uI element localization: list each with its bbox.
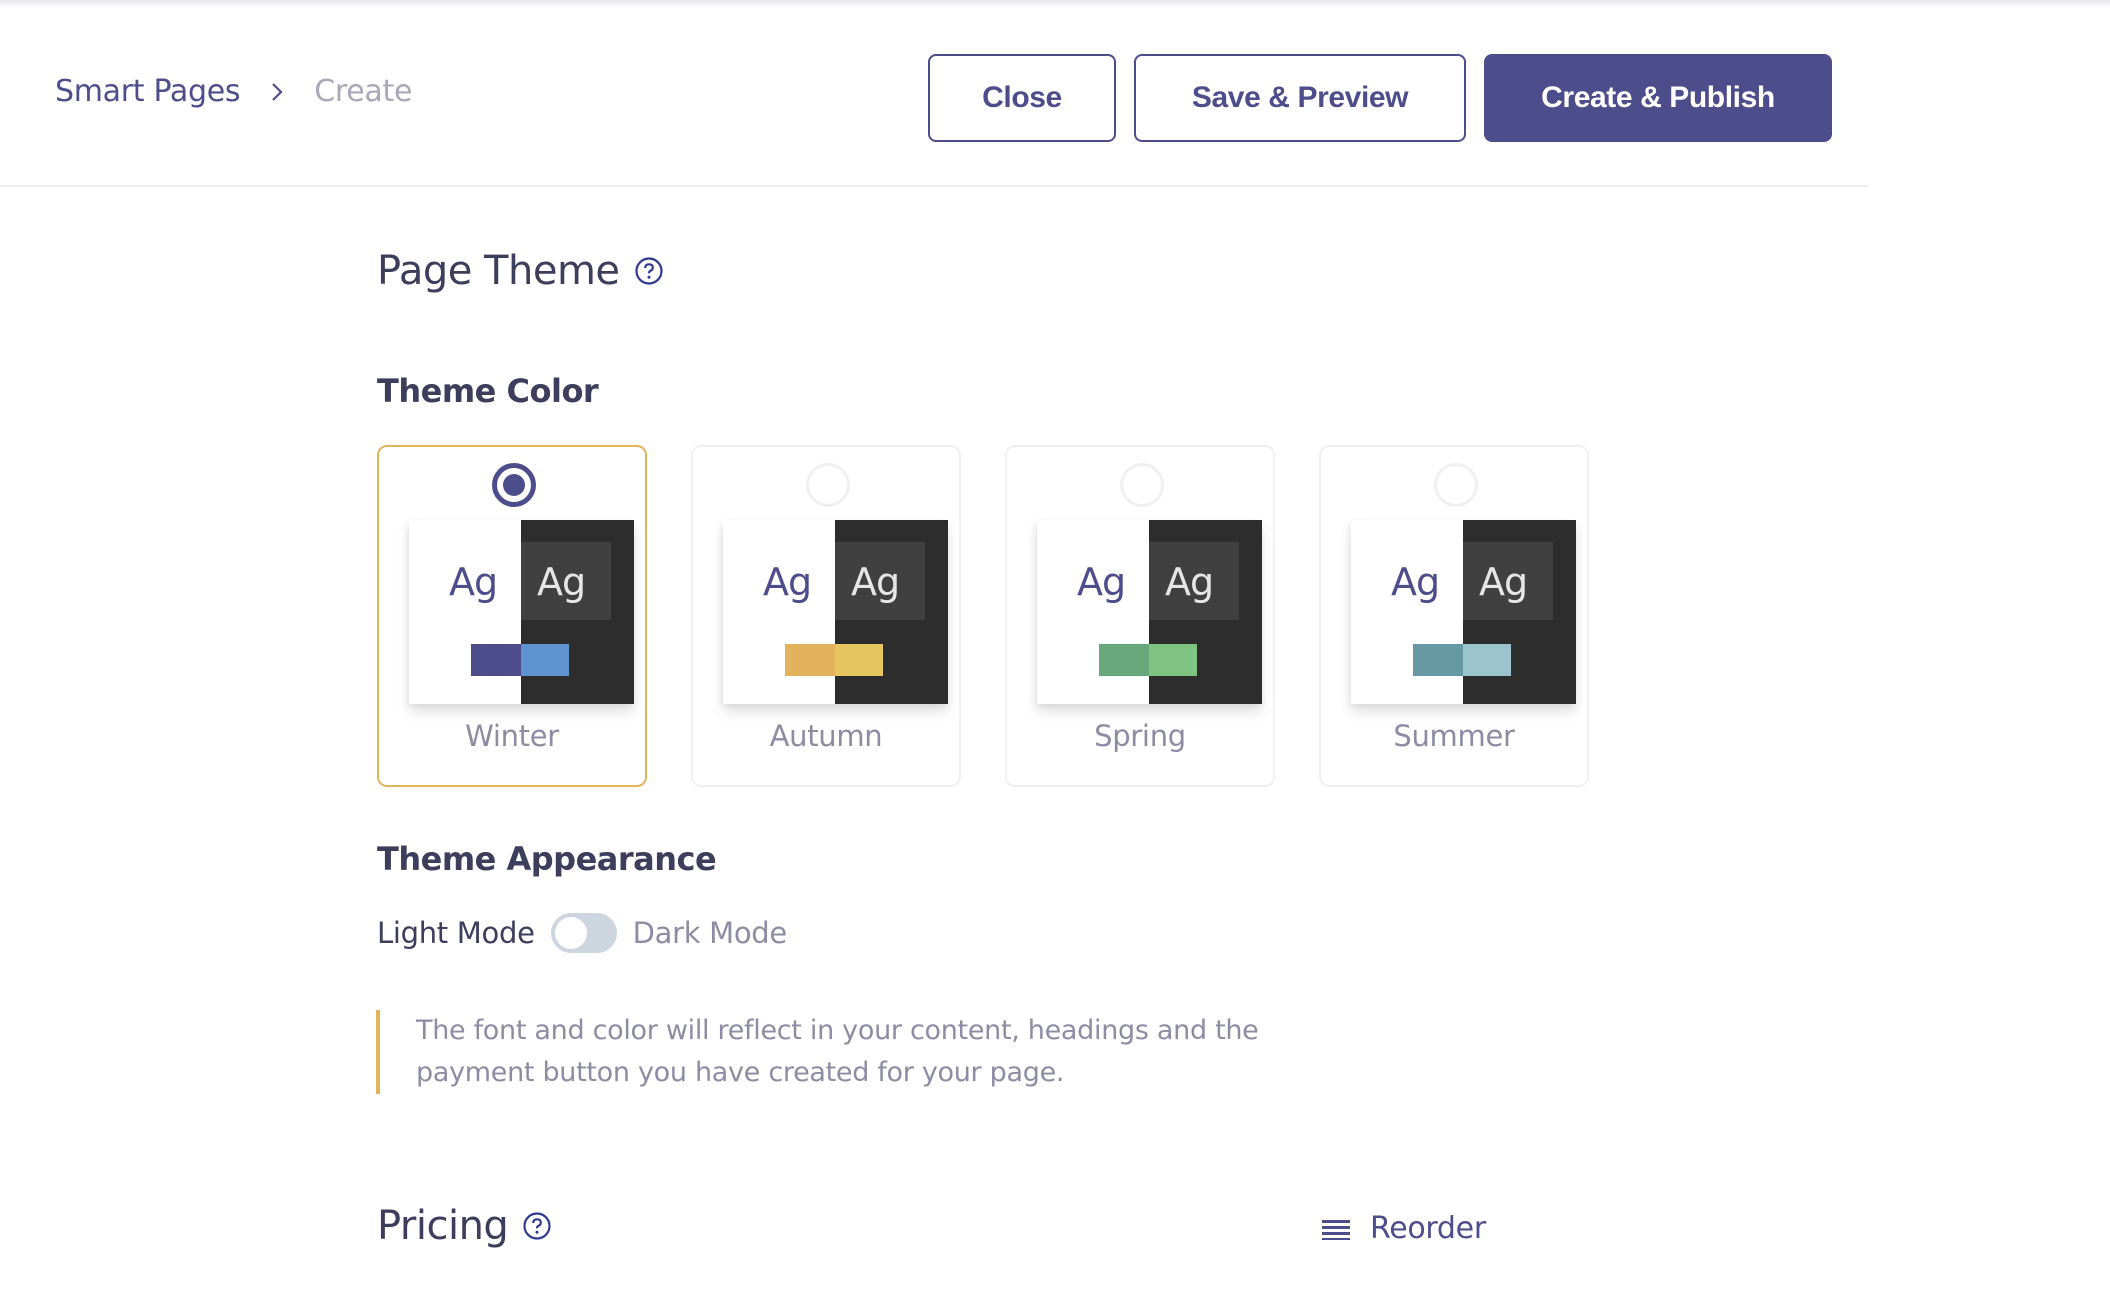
save-preview-button[interactable]: Save & Preview — [1134, 54, 1466, 142]
dark-mode-label: Dark Mode — [632, 916, 788, 950]
primary-swatch — [1099, 644, 1149, 676]
preview-light-text: Ag — [1391, 560, 1440, 604]
close-button[interactable]: Close — [928, 54, 1116, 142]
preview-light-text: Ag — [1077, 560, 1126, 604]
breadcrumb: Smart Pages Create — [55, 74, 412, 109]
appearance-toggle-row: Light Mode Dark Mode — [377, 913, 787, 953]
theme-preview: Ag Ag — [723, 520, 948, 704]
radio-spring[interactable] — [1120, 463, 1164, 507]
radio-autumn[interactable] — [806, 463, 850, 507]
secondary-swatch — [521, 644, 569, 676]
reorder-label: Reorder — [1370, 1211, 1486, 1246]
page-theme-title: Page Theme — [377, 248, 620, 294]
dark-mode-toggle[interactable] — [550, 913, 617, 953]
theme-preview: Ag Ag — [1037, 520, 1262, 704]
light-mode-label: Light Mode — [377, 916, 535, 950]
page-header: Smart Pages Create Close Save & Preview … — [0, 0, 1868, 187]
question-circle-icon[interactable] — [522, 1211, 552, 1241]
preview-dark-text: Ag — [537, 560, 586, 604]
theme-card-autumn[interactable]: Ag Ag Autumn — [691, 445, 961, 787]
question-circle-icon[interactable] — [634, 256, 664, 286]
theme-card-winter[interactable]: Ag Ag Winter — [377, 445, 647, 787]
primary-swatch — [1413, 644, 1463, 676]
page-theme-heading: Page Theme — [377, 248, 664, 294]
preview-dark-text: Ag — [1479, 560, 1528, 604]
secondary-swatch — [835, 644, 883, 676]
preview-dark-text: Ag — [851, 560, 900, 604]
theme-color-options: Ag Ag Winter Ag Ag Autumn Ag Ag Spring A… — [377, 445, 1589, 787]
pricing-title: Pricing — [377, 1203, 509, 1249]
preview-light-text: Ag — [449, 560, 498, 604]
theme-card-summer[interactable]: Ag Ag Summer — [1319, 445, 1589, 787]
theme-label: Spring — [1094, 719, 1186, 753]
primary-swatch — [471, 644, 521, 676]
theme-card-spring[interactable]: Ag Ag Spring — [1005, 445, 1275, 787]
theme-preview: Ag Ag — [1351, 520, 1576, 704]
create-publish-button[interactable]: Create & Publish — [1484, 54, 1832, 142]
breadcrumb-smart-pages[interactable]: Smart Pages — [55, 74, 241, 109]
menu-lines-icon — [1322, 1219, 1350, 1240]
theme-label: Summer — [1393, 719, 1515, 753]
chevron-right-icon — [272, 82, 283, 101]
preview-dark-text: Ag — [1165, 560, 1214, 604]
theme-appearance-heading: Theme Appearance — [377, 840, 717, 878]
theme-label: Autumn — [769, 719, 883, 753]
radio-summer[interactable] — [1434, 463, 1478, 507]
theme-label: Winter — [465, 719, 559, 753]
theme-preview: Ag Ag — [409, 520, 634, 704]
radio-winter[interactable] — [492, 463, 536, 507]
secondary-swatch — [1463, 644, 1511, 676]
primary-swatch — [785, 644, 835, 676]
theme-color-heading: Theme Color — [377, 372, 599, 410]
reorder-button[interactable]: Reorder — [1322, 1211, 1486, 1246]
theme-info-note: The font and color will reflect in your … — [376, 1010, 1356, 1094]
secondary-swatch — [1149, 644, 1197, 676]
toggle-knob — [554, 917, 587, 949]
preview-light-text: Ag — [763, 560, 812, 604]
pricing-heading: Pricing — [377, 1203, 552, 1249]
breadcrumb-current: Create — [314, 74, 413, 109]
